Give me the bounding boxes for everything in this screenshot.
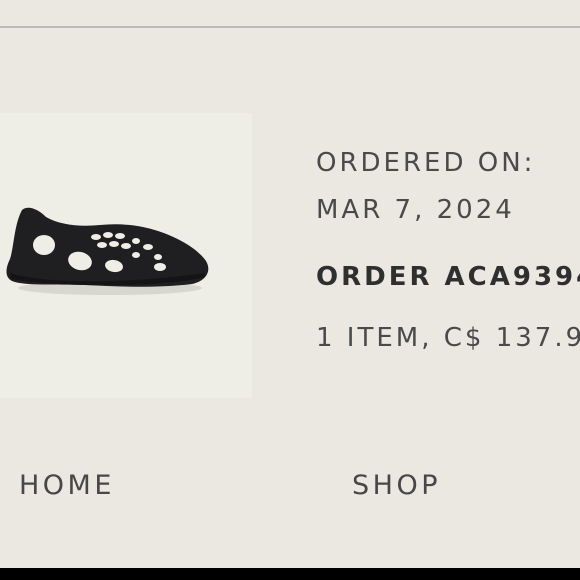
nav-home-link[interactable]: HOME xyxy=(19,462,115,510)
bottom-bar xyxy=(0,568,580,580)
ordered-on-date: MAR 7, 2024 xyxy=(316,195,515,225)
nav-shop-link[interactable]: SHOP xyxy=(352,462,441,510)
order-summary: ORDERED ON: MAR 7, 2024 ORDER ACA9394 1 … xyxy=(316,140,580,362)
order-number[interactable]: ORDER ACA9394 xyxy=(316,254,580,301)
product-image[interactable] xyxy=(0,113,252,398)
header-divider xyxy=(0,26,580,28)
order-item-summary: 1 ITEM, C$ 137.9 xyxy=(316,323,580,353)
foam-runner-shoe-image xyxy=(6,207,209,295)
ordered-on-label: ORDERED ON: xyxy=(316,148,536,178)
